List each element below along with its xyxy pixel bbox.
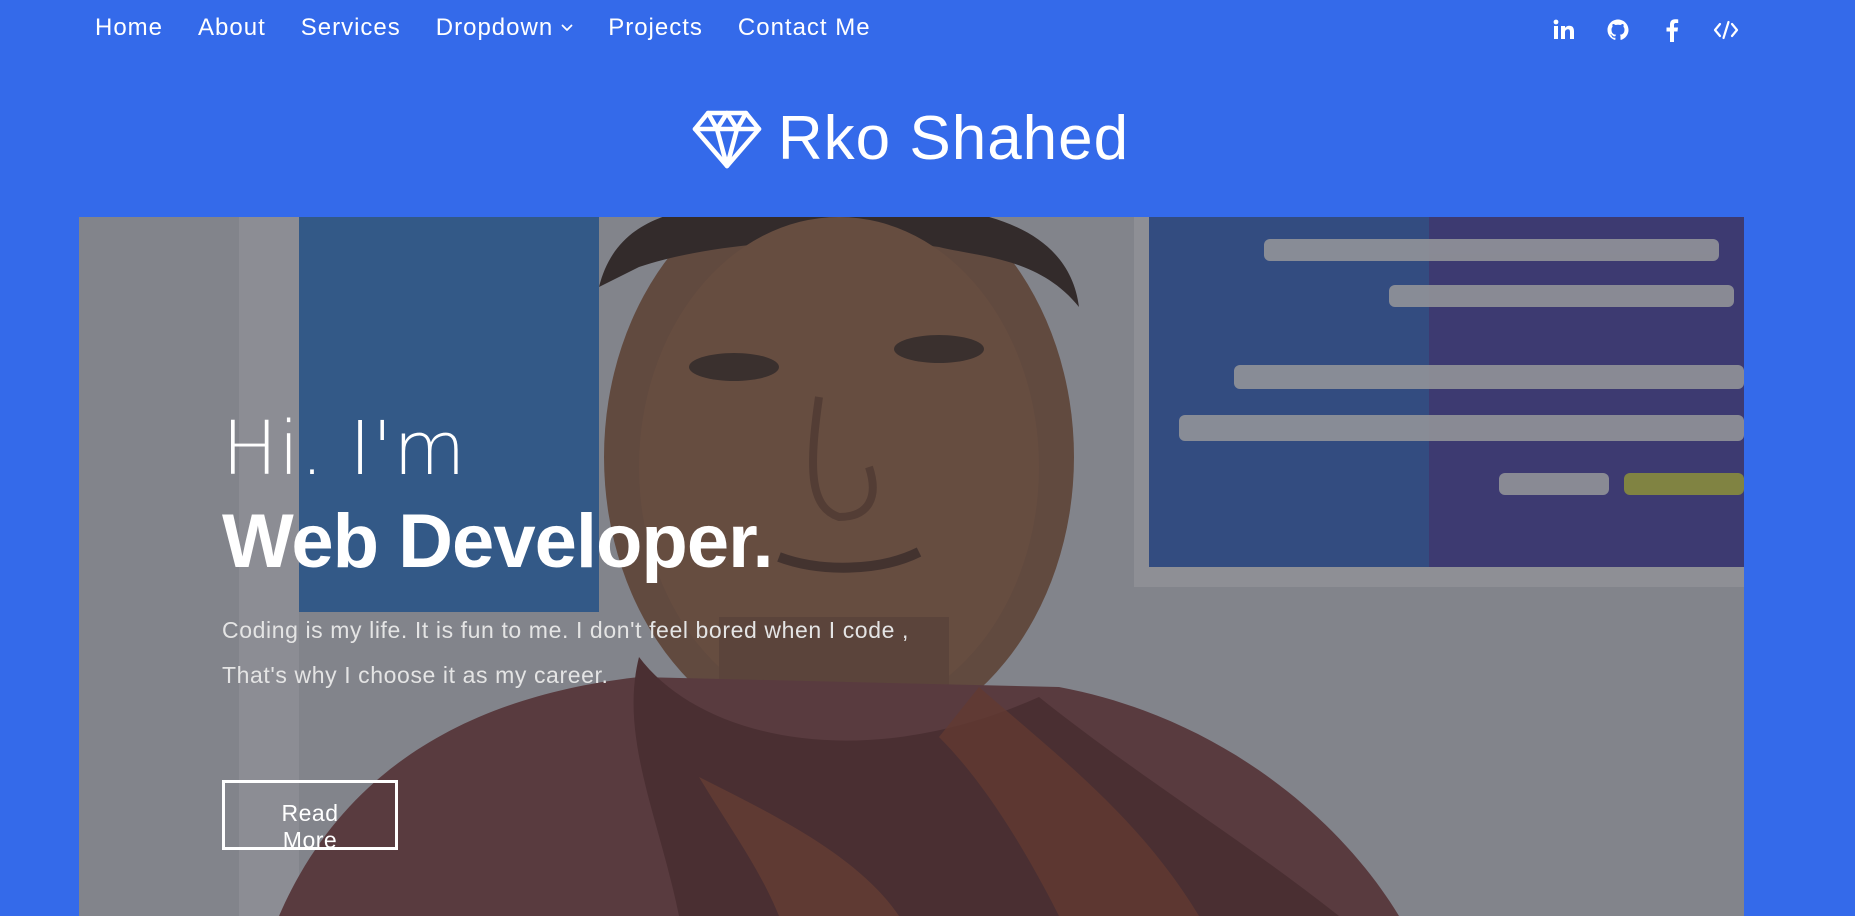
nav-link-label: Projects (608, 14, 703, 41)
brand[interactable]: Rko Shahed (0, 108, 1838, 170)
hero-description: Coding is my life. It is fun to me. I do… (222, 608, 1082, 698)
hero-description-line: That's why I choose it as my career. (222, 662, 609, 688)
code-icon (1713, 20, 1739, 40)
nav-link-about[interactable]: About (198, 14, 266, 42)
nav-link-services[interactable]: Services (301, 14, 401, 42)
code-link[interactable] (1712, 16, 1740, 44)
facebook-link[interactable] (1658, 16, 1686, 44)
top-navigation: Home About Services Dropdown Projects Co… (0, 0, 1855, 62)
hero-title: Web Developer. (222, 499, 774, 584)
nav-link-home[interactable]: Home (95, 14, 163, 42)
nav-links: Home About Services Dropdown Projects Co… (95, 14, 906, 42)
nav-link-contact[interactable]: Contact Me (738, 14, 871, 42)
nav-link-label: About (198, 14, 266, 41)
diamond-icon (692, 110, 762, 169)
read-more-button[interactable]: Read More (222, 780, 398, 853)
hero-content: Hi. I'm Web Developer. Coding is my life… (222, 412, 1082, 853)
nav-link-label: Services (300, 14, 401, 41)
nav-link-label: Dropdown (435, 14, 554, 41)
chevron-down-icon (561, 24, 573, 31)
brand-name: Rko Shahed (777, 104, 1130, 173)
hero-greeting: Hi. I'm (222, 406, 467, 492)
linkedin-icon (1553, 19, 1574, 39)
github-link[interactable] (1604, 16, 1632, 44)
nav-link-dropdown[interactable]: Dropdown (436, 14, 573, 42)
linkedin-link[interactable] (1550, 16, 1578, 44)
nav-link-label: Home (95, 14, 164, 41)
github-icon (1607, 19, 1629, 40)
nav-link-label: Contact Me (737, 14, 871, 41)
nav-link-projects[interactable]: Projects (608, 14, 703, 42)
facebook-icon (1666, 19, 1679, 42)
page: Home About Services Dropdown Projects Co… (0, 0, 1855, 916)
hero-section: Hi. I'm Web Developer. Coding is my life… (79, 217, 1744, 916)
hero-description-line: Coding is my life. It is fun to me. I do… (222, 617, 909, 643)
social-links (1524, 16, 1740, 44)
